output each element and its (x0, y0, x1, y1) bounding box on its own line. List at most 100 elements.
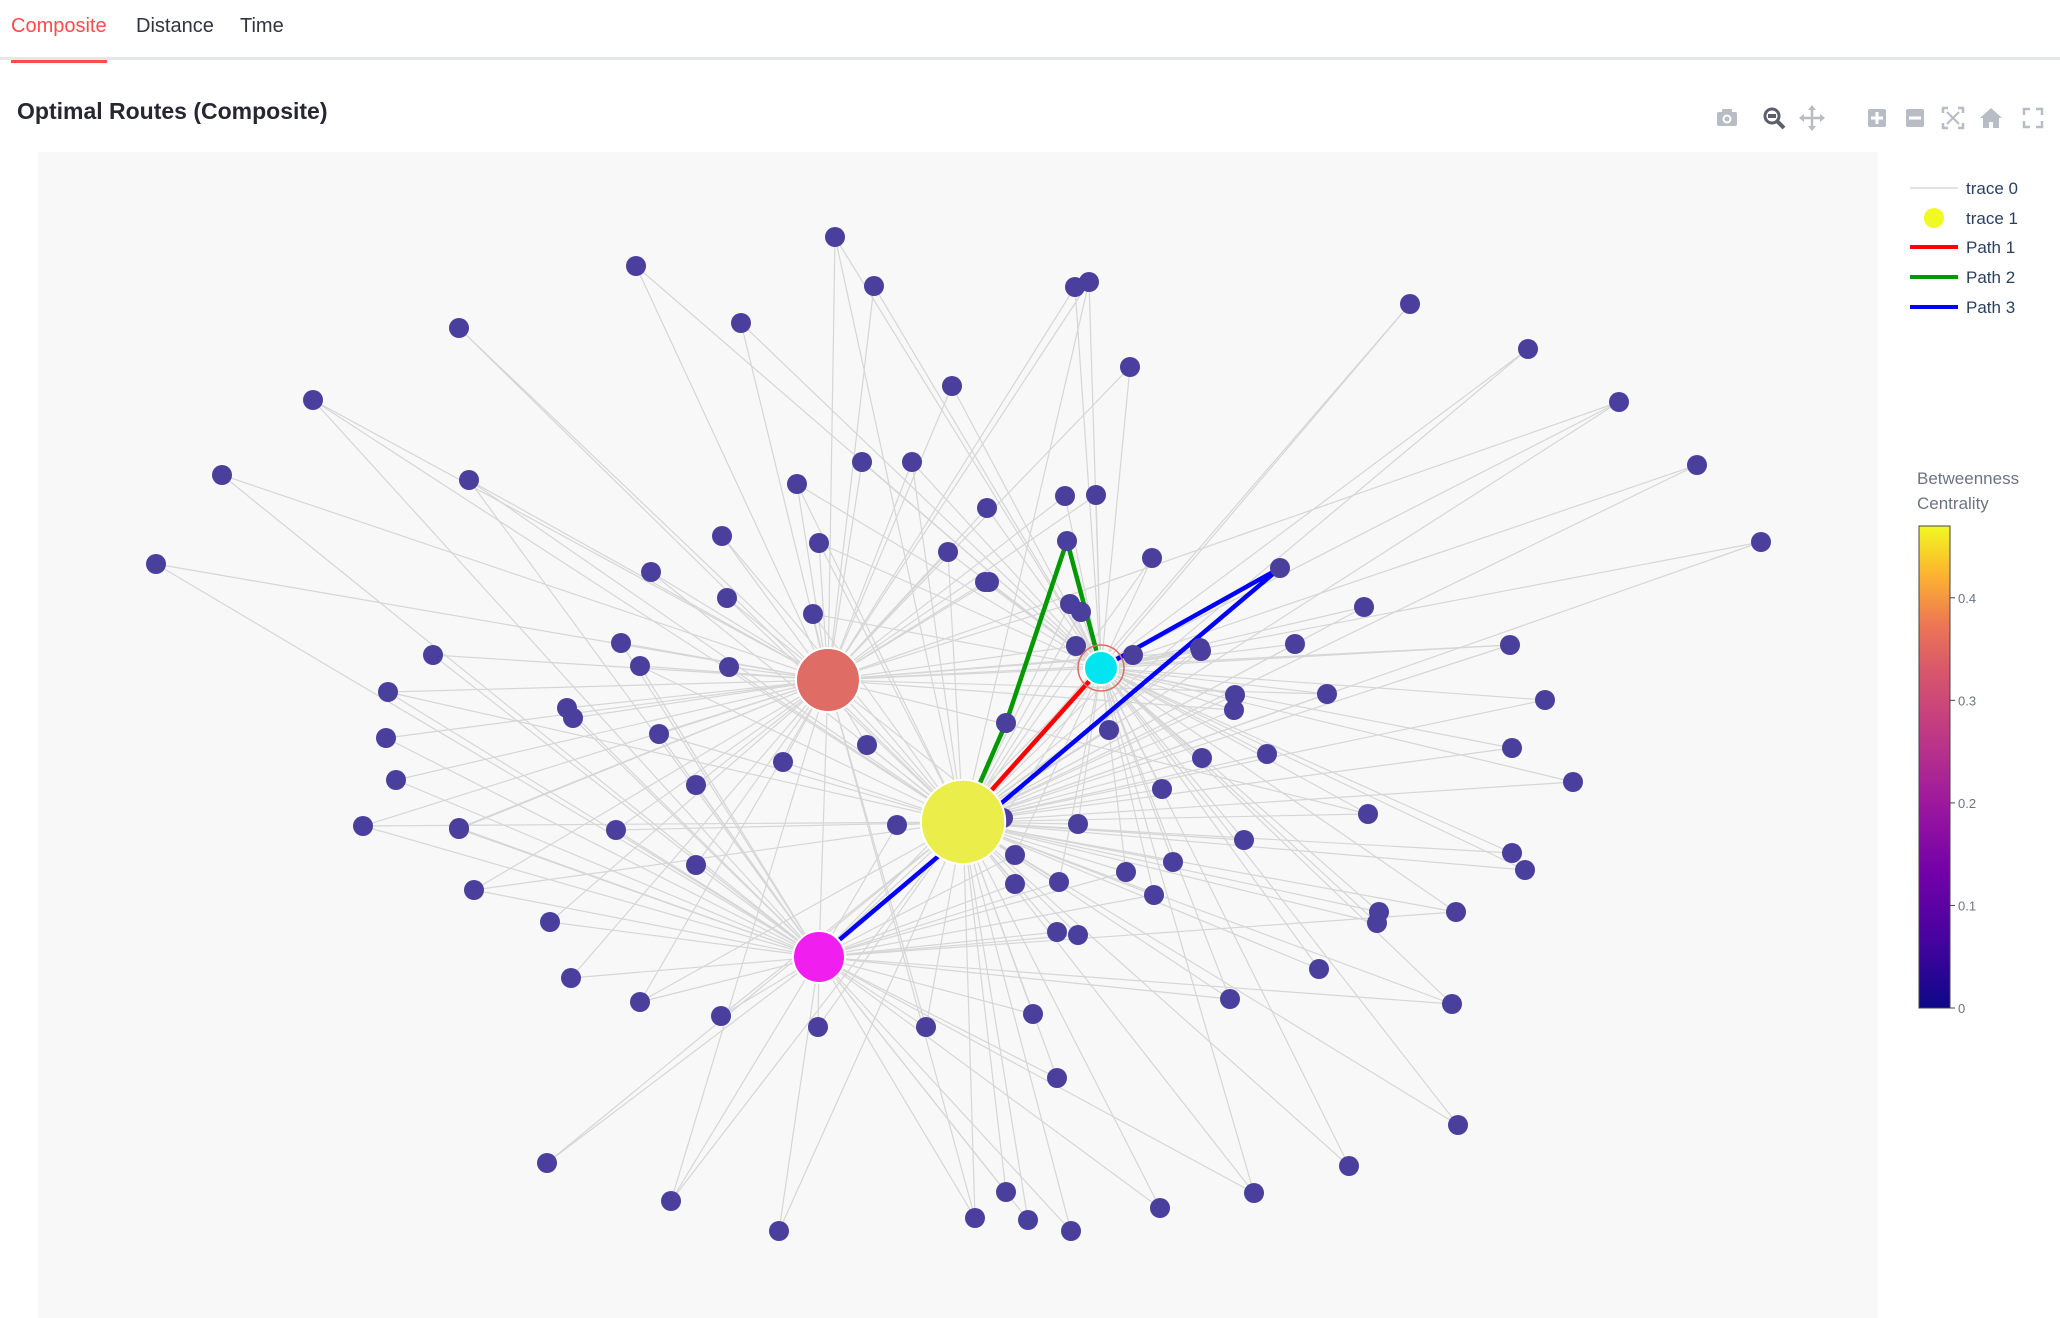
network-node[interactable] (1515, 860, 1535, 880)
network-node[interactable] (1150, 1198, 1170, 1218)
network-node[interactable] (630, 992, 650, 1012)
network-node[interactable] (1609, 392, 1629, 412)
network-node[interactable] (1446, 902, 1466, 922)
network-node[interactable] (1448, 1115, 1468, 1135)
network-node[interactable] (808, 1017, 828, 1037)
hub-node-4[interactable] (792, 930, 846, 984)
hub-node-3[interactable] (1083, 650, 1119, 686)
network-node[interactable] (1518, 339, 1538, 359)
network-node[interactable] (1400, 294, 1420, 314)
network-node[interactable] (1116, 862, 1136, 882)
network-node[interactable] (887, 815, 907, 835)
network-node[interactable] (661, 1191, 681, 1211)
network-node[interactable] (649, 724, 669, 744)
network-node[interactable] (1502, 738, 1522, 758)
network-node[interactable] (1068, 925, 1088, 945)
network-node[interactable] (1099, 720, 1119, 740)
network-node[interactable] (1285, 634, 1305, 654)
network-node[interactable] (1234, 830, 1254, 850)
network-node[interactable] (1163, 852, 1183, 872)
network-node[interactable] (1751, 532, 1771, 552)
network-node[interactable] (1191, 641, 1211, 661)
network-node[interactable] (386, 770, 406, 790)
path-junction-node[interactable] (1270, 558, 1290, 578)
network-node[interactable] (719, 657, 739, 677)
network-node[interactable] (996, 1182, 1016, 1202)
network-node[interactable] (1152, 779, 1172, 799)
network-node[interactable] (459, 470, 479, 490)
network-node[interactable] (1354, 597, 1374, 617)
network-node[interactable] (1339, 1156, 1359, 1176)
network-node[interactable] (1086, 485, 1106, 505)
network-node[interactable] (1225, 685, 1245, 705)
path-junction-node[interactable] (1057, 531, 1077, 551)
network-node[interactable] (852, 452, 872, 472)
network-node[interactable] (979, 572, 999, 592)
network-node[interactable] (686, 775, 706, 795)
network-node[interactable] (1500, 635, 1520, 655)
network-node[interactable] (146, 554, 166, 574)
network-node[interactable] (902, 452, 922, 472)
network-node[interactable] (686, 855, 706, 875)
network-node[interactable] (1065, 277, 1085, 297)
legend-label-trace0[interactable]: trace 0 (1966, 179, 2018, 198)
network-chart[interactable]: trace 0 trace 1 Path 1 Path 2 Path 3 Bet… (0, 0, 2060, 1318)
network-node[interactable] (449, 818, 469, 838)
network-node[interactable] (1192, 748, 1212, 768)
network-node[interactable] (1563, 772, 1583, 792)
network-node[interactable] (1061, 1221, 1081, 1241)
network-node[interactable] (787, 474, 807, 494)
network-node[interactable] (611, 633, 631, 653)
network-node[interactable] (1120, 357, 1140, 377)
hub-node-1[interactable] (919, 778, 1007, 866)
network-node[interactable] (1442, 994, 1462, 1014)
network-node[interactable] (1049, 872, 1069, 892)
network-node[interactable] (711, 1006, 731, 1026)
network-node[interactable] (1535, 690, 1555, 710)
network-node[interactable] (977, 498, 997, 518)
network-node[interactable] (1047, 922, 1067, 942)
legend-label-path1[interactable]: Path 1 (1966, 238, 2015, 257)
network-node[interactable] (1244, 1183, 1264, 1203)
network-node[interactable] (1358, 804, 1378, 824)
network-node[interactable] (1687, 455, 1707, 475)
network-node[interactable] (773, 752, 793, 772)
network-node[interactable] (965, 1208, 985, 1228)
network-node[interactable] (1068, 814, 1088, 834)
network-node[interactable] (1055, 486, 1075, 506)
network-node[interactable] (717, 588, 737, 608)
network-node[interactable] (809, 533, 829, 553)
network-node[interactable] (1071, 602, 1091, 622)
network-node[interactable] (1257, 744, 1277, 764)
network-node[interactable] (464, 880, 484, 900)
network-node[interactable] (712, 526, 732, 546)
legend-label-trace1[interactable]: trace 1 (1966, 209, 2018, 228)
network-node[interactable] (1317, 684, 1337, 704)
network-node[interactable] (916, 1017, 936, 1037)
network-node[interactable] (1502, 843, 1522, 863)
network-node[interactable] (353, 816, 373, 836)
network-node[interactable] (942, 376, 962, 396)
network-node[interactable] (857, 735, 877, 755)
network-node[interactable] (378, 682, 398, 702)
network-node[interactable] (630, 656, 650, 676)
network-node[interactable] (731, 313, 751, 333)
legend-label-path3[interactable]: Path 3 (1966, 298, 2015, 317)
network-node[interactable] (449, 318, 469, 338)
network-node[interactable] (540, 912, 560, 932)
network-node[interactable] (641, 562, 661, 582)
network-node[interactable] (1018, 1210, 1038, 1230)
network-node[interactable] (561, 968, 581, 988)
network-node[interactable] (1005, 845, 1025, 865)
network-node[interactable] (1369, 902, 1389, 922)
network-node[interactable] (557, 698, 577, 718)
network-node[interactable] (1023, 1004, 1043, 1024)
network-node[interactable] (1123, 645, 1143, 665)
network-node[interactable] (1309, 959, 1329, 979)
path-junction-node[interactable] (996, 713, 1016, 733)
hub-node-2[interactable] (795, 647, 861, 713)
legend-label-path2[interactable]: Path 2 (1966, 268, 2015, 287)
network-node[interactable] (1220, 989, 1240, 1009)
network-node[interactable] (376, 728, 396, 748)
network-node[interactable] (803, 604, 823, 624)
